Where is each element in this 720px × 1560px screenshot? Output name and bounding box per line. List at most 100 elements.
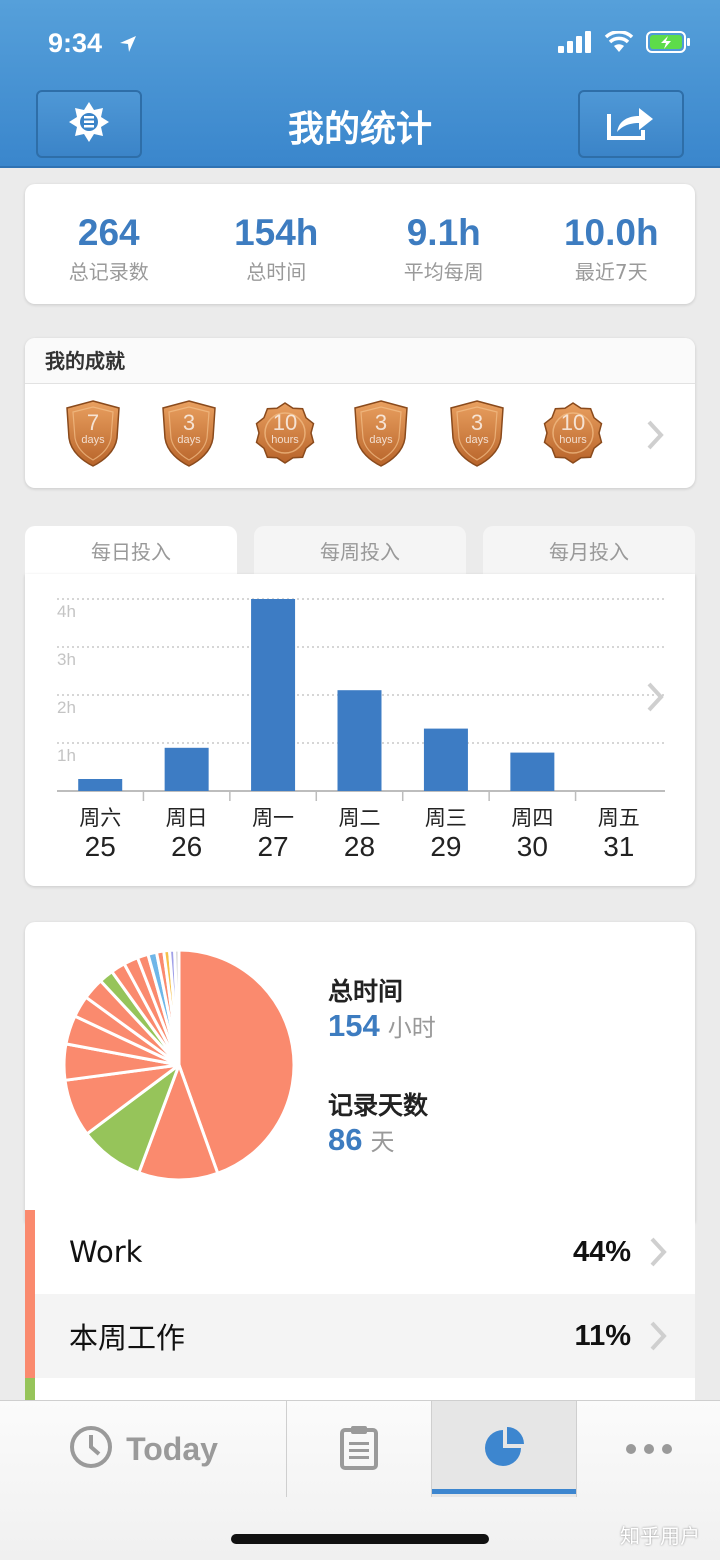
chevron-right-icon <box>647 1235 669 1273</box>
status-time: 9:34 <box>48 28 103 58</box>
summary-total-time: 154h 总时间 <box>193 184 361 304</box>
category-row-weekly-work[interactable]: 本周工作 11% <box>25 1294 695 1378</box>
tab-statistics[interactable] <box>432 1401 576 1497</box>
bar <box>510 752 555 791</box>
badge-unit: hours <box>559 434 587 446</box>
wifi-icon <box>604 30 634 57</box>
summary-value: 10.0h <box>563 212 659 253</box>
category-name: Work <box>69 1235 143 1269</box>
category-percent: 11% <box>574 1319 631 1352</box>
x-weekday-label: 周二 <box>339 806 381 830</box>
badge-number: 10 <box>560 410 586 435</box>
achievements-title: 我的成就 <box>25 338 695 384</box>
x-weekday-label: 周三 <box>425 806 467 830</box>
daily-bar-chart: 1h 2h 3h 4h 周六25 周日26 周一27 周二28 周三29 周四30 周五31 <box>57 598 665 862</box>
status-icons <box>558 30 692 58</box>
summary-label: 总时间 <box>246 260 307 284</box>
category-color-bar <box>25 1294 35 1378</box>
badge-unit: hours <box>271 434 299 446</box>
badge-number: 3 <box>470 410 484 435</box>
tab-records[interactable] <box>287 1401 431 1497</box>
bar <box>78 779 123 791</box>
summary-total-records: 264 总记录数 <box>25 184 193 304</box>
badge-number: 7 <box>86 410 100 435</box>
achievements-card[interactable]: 我的成就 7 days 3 days 10 hours 3 days 3 days 10 hours <box>25 338 695 488</box>
x-date-label: 30 <box>517 831 548 862</box>
badge-unit: days <box>81 434 105 446</box>
hours-badge-icon[interactable]: 10 hours <box>255 398 315 468</box>
y-tick-label: 1h <box>57 746 76 765</box>
signal-icon <box>558 31 592 57</box>
pie-chart-icon <box>482 1425 526 1473</box>
tab-more[interactable] <box>577 1401 720 1497</box>
bar <box>251 599 296 791</box>
days-badge-icon[interactable]: 3 days <box>351 398 411 468</box>
chevron-right-icon[interactable] <box>643 418 667 456</box>
category-percent: 44% <box>572 1235 631 1268</box>
x-date-label: 29 <box>430 831 461 862</box>
badge-number: 3 <box>374 410 388 435</box>
summary-label: 最近7天 <box>574 260 648 284</box>
y-tick-label: 4h <box>57 602 76 621</box>
total-time-label: 总时间 <box>328 977 404 1006</box>
nav-header: 9:34 我的统计 <box>0 0 720 168</box>
tab-weekly[interactable]: 每周投入 <box>254 526 466 578</box>
x-weekday-label: 周五 <box>598 806 640 830</box>
tab-monthly[interactable]: 每月投入 <box>483 526 695 578</box>
daily-chart-card: 1h 2h 3h 4h 周六 25 周日 26 周一 27 周二 28 周三 29 周四 30 周五 31 <box>25 574 695 886</box>
summary-label: 平均每周 <box>403 260 484 284</box>
summary-card: 264 总记录数 154h 总时间 9.1h 平均每周 10.0h 最近7天 <box>25 184 695 304</box>
days-badge-icon[interactable]: 3 days <box>159 398 219 468</box>
x-weekday-label: 周四 <box>511 806 553 830</box>
category-color-bar <box>25 1210 35 1294</box>
x-weekday-label: 周一 <box>252 806 294 830</box>
summary-value: 9.1h <box>406 212 481 253</box>
badge-unit: days <box>369 434 393 446</box>
x-weekday-label: 周日 <box>166 806 208 830</box>
badge-unit: days <box>465 434 489 446</box>
more-icon <box>625 1440 673 1459</box>
bar <box>337 690 382 791</box>
category-row-work[interactable]: Work 44% <box>25 1210 695 1294</box>
x-weekday-label: 周六 <box>79 806 121 830</box>
days-badge-icon[interactable]: 3 days <box>447 398 507 468</box>
category-name: 本周工作 <box>69 1321 186 1355</box>
summary-label: 总记录数 <box>68 260 149 284</box>
summary-weekly-average: 9.1h 平均每周 <box>360 184 528 304</box>
tab-today-label: Today <box>126 1430 218 1467</box>
total-time-number: 154 <box>328 1008 380 1043</box>
battery-icon <box>646 30 692 58</box>
active-tab-indicator <box>432 1489 576 1494</box>
pie-summary-card: 总时间 154 小时 记录天数 86 天 <box>25 922 695 1222</box>
hours-badge-icon[interactable]: 10 hours <box>543 398 603 468</box>
total-time-value: 154 小时 <box>328 1008 436 1044</box>
share-button[interactable] <box>578 90 684 158</box>
record-days-value: 86 天 <box>328 1122 394 1158</box>
chevron-right-icon[interactable] <box>643 680 667 718</box>
category-pie-chart <box>62 948 296 1182</box>
watermark-text: 知乎用户 <box>620 1524 700 1548</box>
record-days-label: 记录天数 <box>328 1091 429 1120</box>
badge-number: 3 <box>182 410 196 435</box>
badge-unit: days <box>177 434 201 446</box>
record-days-unit: 天 <box>370 1128 395 1156</box>
home-indicator[interactable] <box>231 1534 489 1544</box>
share-icon <box>605 102 657 146</box>
days-badge-icon[interactable]: 7 days <box>63 398 123 468</box>
x-date-label: 25 <box>85 831 116 862</box>
tab-today[interactable]: Today <box>0 1401 286 1497</box>
tab-daily[interactable]: 每日投入 <box>25 526 237 578</box>
summary-last-7-days: 10.0h 最近7天 <box>528 184 696 304</box>
summary-value: 264 <box>77 212 140 253</box>
category-color-bar <box>25 1378 35 1400</box>
x-date-label: 28 <box>344 831 375 862</box>
summary-value: 154h <box>234 212 319 253</box>
x-date-label: 26 <box>171 831 202 862</box>
record-days-number: 86 <box>328 1122 363 1157</box>
bar <box>164 747 209 791</box>
clock-icon <box>68 1424 114 1474</box>
x-date-label: 31 <box>603 831 634 862</box>
x-date-label: 27 <box>257 831 288 862</box>
chevron-right-icon <box>647 1319 669 1357</box>
total-time-unit: 小时 <box>387 1014 436 1042</box>
